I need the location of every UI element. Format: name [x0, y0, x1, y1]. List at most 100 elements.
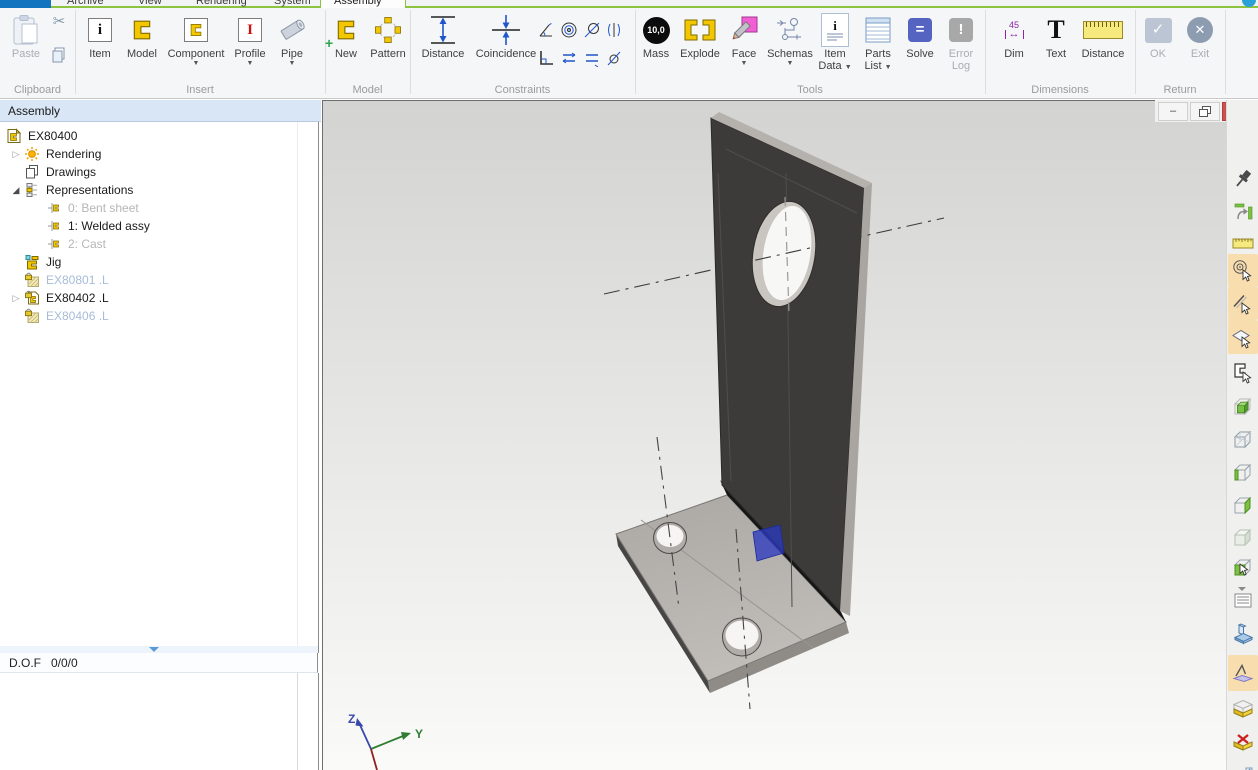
view-wireframe-cube-icon[interactable] [1228, 424, 1258, 454]
parallel-constraint-icon[interactable] [559, 48, 579, 68]
application-menu-button[interactable] [0, 0, 51, 8]
tree-item-1-welded-assy[interactable]: 1: Welded assy [0, 217, 318, 235]
minimize-button[interactable]: – [1158, 102, 1188, 121]
pipe-dropdown-caret[interactable]: ▼ [268, 60, 316, 68]
tab-view[interactable]: View [138, 0, 162, 7]
tree-expander-collapsed[interactable]: ▷ [8, 149, 24, 160]
tree-item-label: 0: Bent sheet [68, 201, 139, 215]
dof-list-area[interactable] [0, 673, 319, 770]
y-axis-arrow [401, 732, 411, 740]
component-icon [184, 18, 208, 42]
exit-icon: ✕ [1187, 17, 1213, 43]
group-label-dimensions: Dimensions [985, 84, 1135, 96]
view-right-face-cube-icon[interactable] [1228, 490, 1258, 520]
error-log-button[interactable]: ! Error Log [937, 12, 985, 72]
group-label-clipboard: Clipboard [0, 84, 75, 96]
group-label-model: Model [325, 84, 410, 96]
tray-tool-icon[interactable] [1228, 694, 1258, 724]
tree-item-rendering[interactable]: ▷Rendering [0, 145, 318, 163]
splitter-collapse-icon [149, 647, 159, 652]
symmetry-constraint-icon[interactable] [604, 20, 624, 40]
rep-item-icon [46, 236, 63, 252]
pipe-button[interactable]: Pipe ▼ [268, 12, 316, 68]
view-ghost-cube-icon[interactable] [1228, 522, 1258, 552]
tab-rendering[interactable]: Rendering [196, 0, 247, 7]
distance-constraint-button[interactable]: Distance [413, 12, 473, 60]
tree-item-2-cast[interactable]: 2: Cast [0, 235, 318, 253]
tray-delete-tool-icon[interactable] [1228, 730, 1258, 760]
ribbon-tab-strip: Archive View Rendering System Assembly [0, 0, 1258, 8]
tree-item-label: 1: Welded assy [68, 219, 150, 233]
cut-icon: ✂ [53, 13, 66, 30]
tree-item-0-bent-sheet[interactable]: 0: Bent sheet [0, 199, 318, 217]
select-edge-tool-icon[interactable] [1228, 287, 1258, 320]
tangent-constraint-icon[interactable] [582, 20, 602, 40]
tree-item-label: Representations [46, 183, 133, 197]
z-axis-label: Z [348, 712, 355, 726]
pattern-button[interactable]: Pattern [362, 12, 414, 60]
item-data-button[interactable]: i Item Data ▼ [811, 12, 859, 74]
parts-list-button[interactable]: Parts List ▼ [854, 12, 902, 74]
group-label-tools: Tools [635, 84, 985, 96]
dof-label: D.O.F [9, 656, 41, 670]
ok-button[interactable]: ✓ OK [1136, 12, 1180, 60]
unfold-sheet-tool-icon[interactable] [1228, 655, 1258, 691]
coplanar-constraint-icon[interactable] [604, 48, 624, 68]
item-icon: i [88, 18, 112, 42]
copy-button[interactable] [48, 44, 70, 66]
tab-assembly[interactable]: Assembly [334, 0, 382, 7]
list-dropdown-icon[interactable] [1228, 578, 1258, 616]
minimize-icon: – [1170, 105, 1176, 117]
cut-button[interactable]: ✂ [48, 16, 70, 29]
rep-item-icon [46, 218, 63, 234]
distance-measure-button[interactable]: Distance [1072, 12, 1134, 60]
profile-icon: I [238, 18, 262, 42]
tab-system[interactable]: System [274, 0, 311, 7]
concentric-constraint-icon[interactable] [559, 20, 579, 40]
view-left-face-cube-icon[interactable] [1228, 457, 1258, 487]
assembly-panel: Assembly EX80400▷RenderingDrawings ◢ Repre… [0, 100, 322, 770]
assembly-panel-header: Assembly [0, 100, 321, 122]
exit-button[interactable]: ✕ Exit [1176, 12, 1224, 60]
paste-button[interactable]: Paste [4, 12, 48, 60]
item-button[interactable]: i Item [78, 12, 122, 60]
group-label-insert: Insert [75, 84, 325, 96]
dim-button[interactable]: 45 ↔ Dim [990, 12, 1038, 60]
select-component-tool-icon[interactable] [1228, 358, 1258, 388]
ok-icon: ✓ [1145, 18, 1172, 43]
tree-expander-collapsed[interactable]: ▷ [8, 293, 24, 304]
opposite-constraint-icon[interactable] [582, 48, 602, 68]
y-axis-label: Y [415, 727, 423, 741]
representations-icon [24, 182, 41, 198]
pin-tool-icon[interactable] [1228, 164, 1258, 194]
restore-button[interactable] [1190, 102, 1220, 121]
view-shaded-cube-icon[interactable] [1228, 391, 1258, 421]
item-data-icon: i [821, 13, 849, 47]
tab-archive[interactable]: Archive [67, 0, 104, 7]
explode-button[interactable]: Explode [672, 12, 728, 60]
reorient-tool-icon[interactable] [1228, 197, 1258, 227]
select-concentric-tool-icon[interactable] [1228, 254, 1258, 287]
panel-splitter[interactable] [0, 646, 319, 653]
part-bracket-tool-icon[interactable] [1228, 619, 1258, 649]
tree-item-ex80402-l[interactable]: ▷ EX80402 .L [0, 289, 318, 307]
angle-constraint-icon[interactable] [536, 20, 556, 40]
paste-icon [4, 12, 48, 48]
tree-item-jig[interactable]: Jig [0, 253, 318, 271]
assembly-doc-icon [6, 128, 23, 144]
viewport-3d[interactable]: Z Y [322, 100, 1226, 770]
perpendicular-constraint-icon[interactable] [536, 48, 556, 68]
locked-assembly-icon [24, 290, 41, 306]
tree-item-ex80406-l[interactable]: EX80406 .L [0, 307, 318, 325]
tree-item-representations[interactable]: ◢ Representations [0, 181, 318, 199]
tree-expander-expanded[interactable]: ◢ [8, 185, 24, 196]
tree-item-label: EX80402 .L [46, 291, 109, 305]
export-view-tool-icon[interactable] [1228, 763, 1258, 770]
dof-status-row: D.O.F 0/0/0 [0, 653, 318, 673]
tree-item-label: Jig [46, 255, 61, 269]
tree-item-ex80801-l[interactable]: EX80801 .L [0, 271, 318, 289]
coincidence-button[interactable]: Coincidence [471, 12, 541, 60]
select-face-tool-icon[interactable] [1228, 320, 1258, 354]
tree-item-drawings[interactable]: Drawings [0, 163, 318, 181]
tree-item-ex80400[interactable]: EX80400 [0, 127, 318, 145]
